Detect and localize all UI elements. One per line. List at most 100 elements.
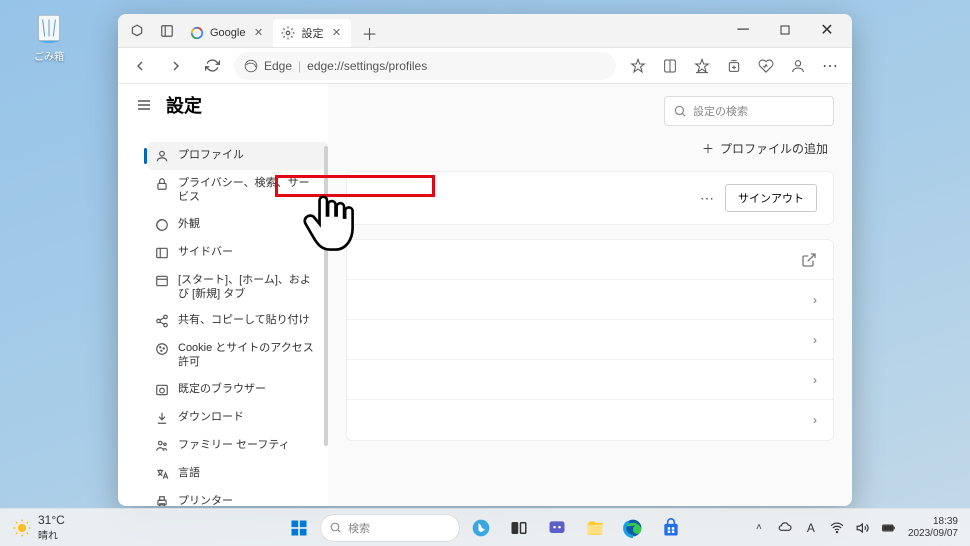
window-icon [154,273,170,289]
signout-button[interactable]: サインアウト [725,184,817,212]
sidebar-item-cookies[interactable]: Cookie とサイトのアクセス許可 [148,335,328,376]
tab-google[interactable]: Google ✕ [182,19,273,47]
maximize-button[interactable] [764,14,806,47]
sidebar-item-label: ダウンロード [178,410,320,424]
sun-icon [12,518,32,538]
profile-icon [154,148,170,164]
gear-icon [281,26,295,40]
tab-label: 設定 [301,25,323,41]
tab-label: Google [210,27,245,39]
add-profile-button[interactable]: ＋ プロファイルの追加 [702,140,828,157]
profile-card: ⋯ サインアウト [346,171,834,225]
taskbar-edge-icon[interactable] [616,511,650,545]
chevron-right-icon: › [813,413,817,427]
wifi-icon[interactable] [830,521,844,535]
forward-button[interactable] [162,52,190,80]
taskbar-store-icon[interactable] [654,511,688,545]
recycle-bin[interactable]: ごみ箱 [25,10,73,63]
collections-icon[interactable] [720,52,748,80]
taskbar-bing-icon[interactable] [464,511,498,545]
url-separator: | [298,59,301,73]
sidebar-item-label: ファミリー セーフティ [178,438,320,452]
chevron-right-icon: › [813,373,817,387]
list-item[interactable]: › [347,400,833,440]
sidebar-item-profiles[interactable]: プロファイル [148,142,328,170]
favorites-icon[interactable] [688,52,716,80]
date: 2023/09/07 [908,528,958,540]
new-tab-button[interactable]: ＋ [355,19,383,47]
url-input[interactable]: Edge | edge://settings/profiles [234,52,616,80]
refresh-button[interactable] [198,52,226,80]
sidebar-item-label: 言語 [178,466,320,480]
appearance-icon [154,217,170,233]
tab-actions-icon[interactable] [122,16,152,46]
sidebar-item-share[interactable]: 共有、コピーして貼り付け [148,307,328,335]
battery-icon[interactable] [882,521,896,535]
browser-icon [154,382,170,398]
sidebar-icon [154,245,170,261]
sidebar-item-printers[interactable]: プリンター [148,488,328,506]
addressbar: Edge | edge://settings/profiles ⋯ [118,48,852,84]
clock[interactable]: 18:39 2023/09/07 [908,516,958,540]
download-icon [154,410,170,426]
chevron-right-icon: › [813,333,817,347]
search-icon [673,104,687,118]
minimize-button[interactable]: ─ [722,14,764,47]
titlebar: Google ✕ 設定 ✕ ＋ ─ ✕ [118,14,852,48]
favorite-button[interactable] [624,52,652,80]
google-favicon [190,26,204,40]
temperature: 31°C [38,513,65,527]
taskbar-chat-icon[interactable] [540,511,574,545]
list-item[interactable]: › [347,360,833,400]
edge-icon [244,59,258,73]
sidebar-item-label: サイドバー [178,245,320,259]
recycle-bin-icon [31,10,67,46]
start-button[interactable] [282,511,316,545]
taskbar-search[interactable]: 検索 [320,514,460,542]
family-icon [154,438,170,454]
ime-icon[interactable]: A [804,521,818,535]
more-menu-button[interactable]: ⋯ [816,52,844,80]
weather-label: 晴れ [38,527,65,542]
vertical-tabs-icon[interactable] [152,16,182,46]
sidebar-scrollbar[interactable] [324,146,328,446]
profile-button[interactable] [784,52,812,80]
close-window-button[interactable]: ✕ [806,14,848,47]
sidebar-item-label: プリンター [178,494,320,506]
sidebar-item-default-browser[interactable]: 既定のブラウザー [148,376,328,404]
reading-list-icon[interactable] [656,52,684,80]
list-item[interactable]: › [347,320,833,360]
sidebar-item-label: Cookie とサイトのアクセス許可 [178,341,320,370]
sidebar-item-label: 外観 [178,217,320,231]
taskbar-taskview-icon[interactable] [502,511,536,545]
sidebar-item-family[interactable]: ファミリー セーフティ [148,432,328,460]
onedrive-icon[interactable] [778,521,792,535]
volume-icon[interactable] [856,521,870,535]
weather-widget[interactable]: 31°C 晴れ [12,513,65,542]
sidebar-item-appearance[interactable]: 外観 [148,211,328,239]
sidebar-item-downloads[interactable]: ダウンロード [148,404,328,432]
url-text: edge://settings/profiles [307,59,427,73]
tab-settings[interactable]: 設定 ✕ [273,19,351,47]
profile-more-button[interactable]: ⋯ [700,190,715,207]
language-icon [154,466,170,482]
sidebar-item-sidebar[interactable]: サイドバー [148,239,328,267]
recycle-bin-label: ごみ箱 [25,48,73,63]
settings-search-input[interactable]: 設定の検索 [664,96,834,126]
lock-icon [154,176,170,192]
sidebar-item-label: プライバシー、検索、サービス [178,176,320,205]
sidebar-item-label: 共有、コピーして貼り付け [178,313,320,327]
list-item[interactable]: › [347,280,833,320]
sidebar-item-languages[interactable]: 言語 [148,460,328,488]
close-icon[interactable]: ✕ [329,26,343,40]
back-button[interactable] [126,52,154,80]
sidebar-item-privacy[interactable]: プライバシー、検索、サービス [148,170,328,211]
taskbar-explorer-icon[interactable] [578,511,612,545]
sidebar-item-start[interactable]: [スタート]、[ホーム]、および [新規] タブ [148,267,328,308]
settings-sidebar: プロファイル プライバシー、検索、サービス 外観 サイドバー [スタート]、[ホ… [118,84,328,506]
close-icon[interactable]: ✕ [251,26,265,40]
list-item[interactable] [347,240,833,280]
performance-icon[interactable] [752,52,780,80]
tray-chevron-icon[interactable]: ˄ [752,521,766,535]
search-icon [329,521,342,534]
